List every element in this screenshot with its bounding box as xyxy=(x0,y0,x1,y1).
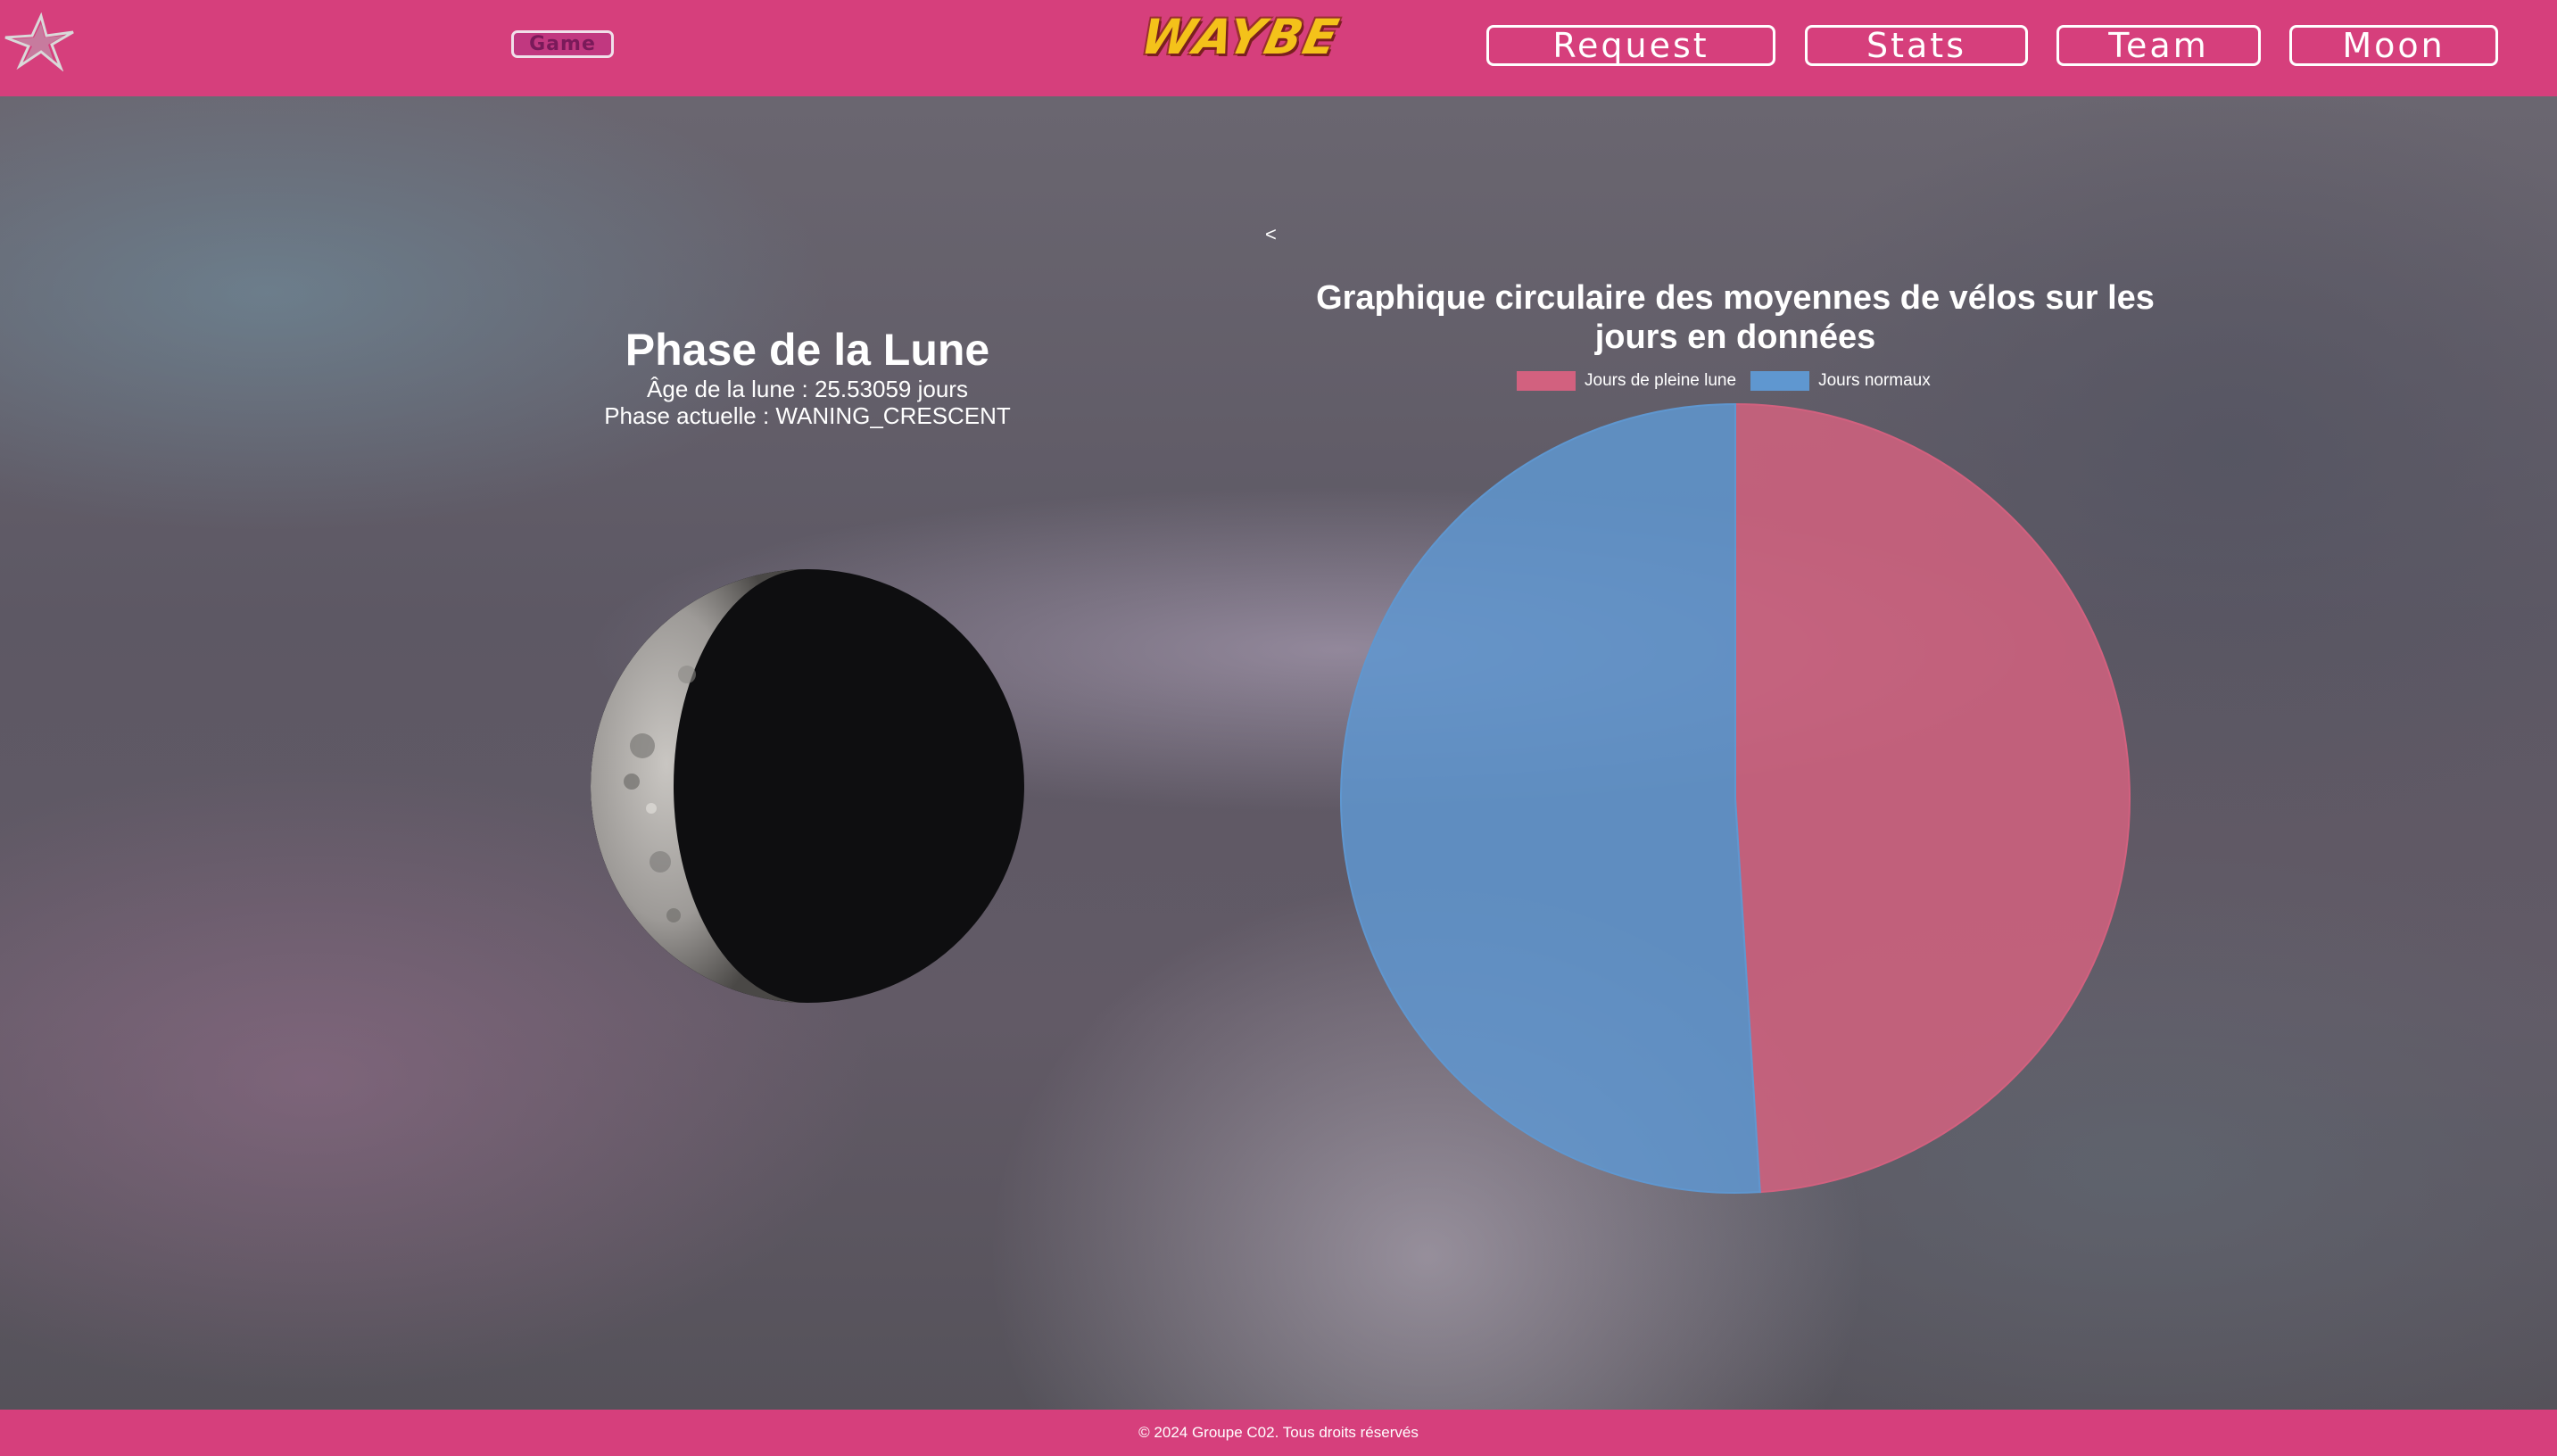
moon-phase-title: Phase de la Lune xyxy=(625,325,990,375)
back-arrow-icon[interactable]: < xyxy=(1265,223,1277,246)
moon-age-text: Âge de la lune : 25.53059 jours xyxy=(647,376,968,402)
legend-swatch-normal-days xyxy=(1750,371,1810,391)
chart-title: Graphique circulaire des moyennes de vél… xyxy=(1316,279,2155,356)
pie-chart xyxy=(1340,402,2131,1194)
legend-label-normal-days: Jours normaux xyxy=(1818,371,1931,390)
footer: © 2024 Groupe C02. Tous droits réservés xyxy=(0,1410,2557,1456)
legend-item-full-moon[interactable]: Jours de pleine lune xyxy=(1517,371,1736,391)
brand-logo[interactable]: WAYBE xyxy=(1136,9,1406,65)
background-image xyxy=(0,96,2557,1410)
legend-item-normal-days[interactable]: Jours normaux xyxy=(1750,371,1931,391)
pie-slice-full-moon[interactable] xyxy=(1734,402,2131,1194)
pie-slice-normal-days[interactable] xyxy=(1340,402,1761,1194)
nav-request-button[interactable]: Request xyxy=(1486,25,1775,66)
nav-stats-button[interactable]: Stats xyxy=(1805,25,2028,66)
star-logo-icon[interactable] xyxy=(2,12,77,71)
moon-phase-text: Phase actuelle : WANING_CRESCENT xyxy=(604,402,1011,429)
legend-swatch-full-moon xyxy=(1517,371,1576,391)
chart-legend: Jours de pleine lune Jours normaux xyxy=(1517,369,1945,393)
nav-moon-button[interactable]: Moon xyxy=(2289,25,2498,66)
legend-label-full-moon: Jours de pleine lune xyxy=(1585,371,1737,390)
nav-team-button[interactable]: Team xyxy=(2056,25,2261,66)
game-button[interactable]: Game xyxy=(511,30,614,58)
top-nav-bar: Game WAYBE Request Stats Team Moon xyxy=(0,0,2557,96)
moon-image xyxy=(591,569,1024,1003)
